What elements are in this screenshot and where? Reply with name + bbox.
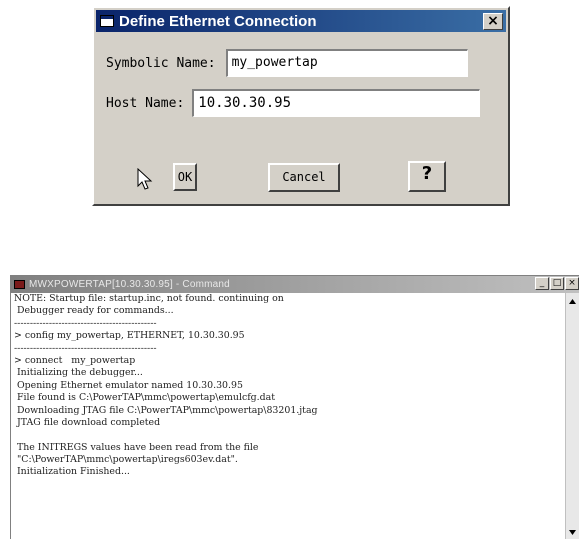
console-line: ----------------------------------------… — [14, 317, 157, 329]
window-icon — [14, 280, 25, 289]
maximize-icon: □ — [552, 278, 562, 288]
maximize-button[interactable]: □ — [550, 277, 564, 290]
command-window: MWXPOWERTAP[10.30.30.95] - Command _ □ ×… — [10, 275, 579, 539]
dialog-titlebar[interactable]: Define Ethernet Connection × — [96, 10, 506, 32]
console-line: Initializing the debugger... — [14, 367, 143, 379]
close-button[interactable]: × — [565, 277, 579, 290]
console-titlebar[interactable]: MWXPOWERTAP[10.30.30.95] - Command _ □ × — [11, 276, 579, 293]
console-line: "C:\PowerTAP\mmc\powertap\iregs603ev.dat… — [14, 454, 238, 466]
minimize-button[interactable]: _ — [535, 277, 549, 290]
close-icon: × — [568, 278, 576, 288]
console-line: Debugger ready for commands... — [14, 305, 174, 317]
window-icon — [100, 15, 114, 27]
vertical-scrollbar[interactable] — [565, 293, 579, 539]
console-output[interactable]: NOTE: Startup file: startup.inc, not fou… — [11, 293, 565, 539]
console-line: JTAG file download completed — [14, 416, 161, 428]
console-title: MWXPOWERTAP[10.30.30.95] - Command — [29, 279, 230, 290]
host-name-input[interactable]: 10.30.30.95 — [192, 89, 481, 117]
symbolic-name-row: Symbolic Name: my_powertap — [106, 49, 468, 77]
console-line: Opening Ethernet emulator named 10.30.30… — [14, 379, 243, 391]
cancel-button[interactable]: Cancel — [268, 163, 340, 192]
help-button[interactable]: ? — [408, 161, 446, 192]
console-line: The INITREGS values have been read from … — [14, 441, 259, 453]
scroll-up-arrow-icon[interactable] — [568, 297, 577, 306]
symbolic-name-label: Symbolic Name: — [106, 55, 216, 71]
dialog-title: Define Ethernet Connection — [119, 12, 317, 30]
ok-button[interactable]: OK — [173, 163, 197, 191]
console-line: > config my_powertap, ETHERNET, 10.30.30… — [14, 330, 245, 342]
console-line: File found is C:\PowerTAP\mmc\powertap\e… — [14, 392, 276, 404]
host-name-label: Host Name: — [106, 95, 185, 111]
console-line: Downloading JTAG file C:\PowerTAP\mmc\po… — [14, 404, 318, 416]
scroll-down-arrow-icon[interactable] — [568, 528, 577, 537]
minimize-icon: _ — [539, 278, 545, 288]
console-line: Initialization Finished... — [14, 466, 130, 478]
close-icon: × — [487, 13, 499, 29]
close-button[interactable]: × — [483, 13, 503, 30]
window-controls: _ □ × — [534, 277, 579, 290]
console-line: ----------------------------------------… — [14, 342, 157, 354]
host-name-row: Host Name: 10.30.30.95 — [106, 89, 481, 117]
console-line: > connect my_powertap — [14, 354, 136, 366]
mouse-pointer-icon — [137, 168, 153, 190]
symbolic-name-input[interactable]: my_powertap — [225, 49, 468, 77]
console-line: NOTE: Startup file: startup.inc, not fou… — [14, 293, 284, 304]
